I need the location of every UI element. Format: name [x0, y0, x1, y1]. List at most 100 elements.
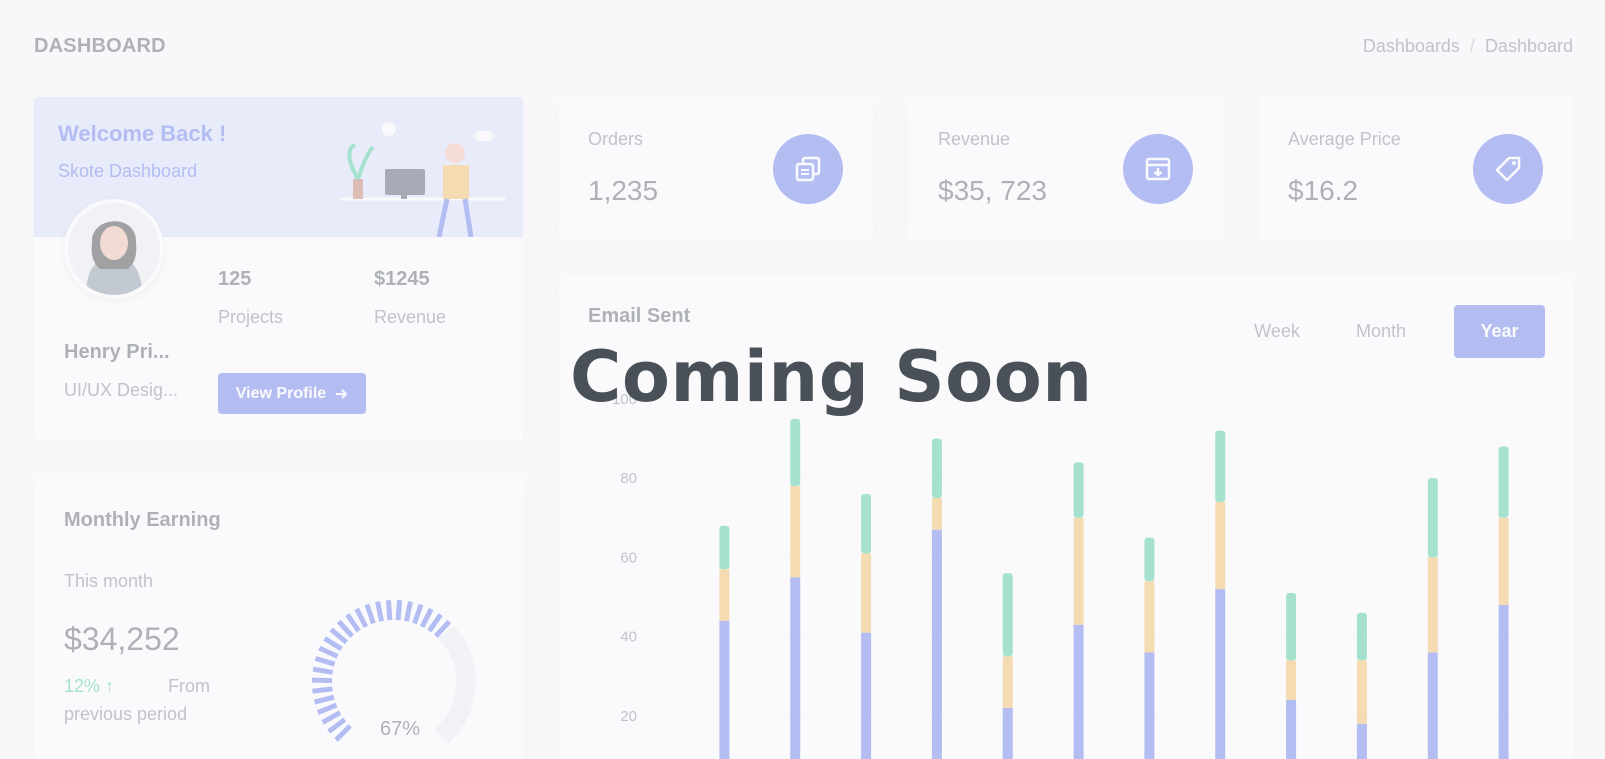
y-tick-label: 40 [620, 629, 637, 646]
chart-bar-segment [931, 438, 942, 498]
breadcrumb: Dashboards / Dashboard [1363, 36, 1573, 57]
chart-bar-segment [1144, 581, 1155, 653]
orders-label: Orders [588, 129, 644, 149]
view-profile-label: View Profile [235, 384, 327, 402]
orders-value: 1,235 [588, 175, 659, 206]
gauge-percent-label: 67% [380, 718, 420, 740]
page-topbar: DASHBOARD Dashboards / Dashboard [34, 34, 1573, 58]
revenue-card-label: Revenue [938, 129, 1011, 149]
gauge-tick-filled [419, 607, 434, 628]
chart-bar-segment [1286, 660, 1297, 700]
average-price-card: Average Price $16.2 [1259, 97, 1573, 240]
tab-week[interactable]: Week [1227, 305, 1327, 358]
projects-label: Projects [218, 307, 284, 327]
gauge-tick-filled [375, 601, 385, 622]
arrow-right-icon [336, 388, 348, 399]
chart-bar-segment [1356, 612, 1367, 661]
copy-icon [773, 134, 843, 204]
email-sent-chart: 20406080100 [612, 391, 1539, 759]
gauge-tick-filled [364, 603, 376, 625]
revenue-card-value: $35, 723 [938, 175, 1047, 206]
avatar[interactable] [64, 199, 164, 299]
chart-bar-segment [1215, 430, 1226, 502]
gauge-tick-filled [313, 694, 335, 705]
gauge-tick-empty [451, 653, 474, 669]
average-price-label: Average Price [1288, 129, 1401, 149]
coming-soon-overlay: Coming Soon [570, 336, 1093, 418]
gauge-tick-filled [334, 724, 352, 742]
earning-delta-from: From [168, 676, 210, 696]
tag-icon [1473, 134, 1543, 204]
chart-bar-segment [1002, 573, 1013, 657]
user-photo [68, 203, 160, 295]
chart-bar-segment [1002, 707, 1013, 759]
chart-bar-segment [1144, 652, 1155, 759]
gauge-tick-filled [323, 636, 343, 652]
chart-bar-segment [1286, 699, 1297, 759]
email-sent-title: Email Sent [588, 305, 691, 327]
profile-role: UI/UX Desig... [64, 380, 179, 400]
y-tick-label: 80 [620, 470, 637, 487]
gauge-tick-empty [455, 683, 477, 697]
chart-bar-segment [1073, 517, 1084, 625]
welcome-card: Welcome Back ! Skote Dashboard 125 Proje… [34, 97, 523, 441]
chart-bar-segment [1144, 537, 1155, 582]
monthly-earning-card: Monthly Earning This month $34,252 12% ↑… [34, 477, 523, 759]
gauge-tick-filled [316, 702, 338, 715]
chart-bar-segment [1073, 624, 1084, 759]
chart-bar-segment [931, 498, 942, 530]
gauge-tick-empty [454, 664, 476, 678]
revenue-value: $1245 [374, 268, 430, 290]
chart-bar-segment [1356, 723, 1367, 759]
revenue-card: Revenue $35, 723 [909, 97, 1223, 240]
earning-value: $34,252 [64, 621, 180, 657]
gauge-tick-filled [312, 666, 334, 675]
tab-month[interactable]: Month [1331, 305, 1431, 358]
gauge-tick-filled [354, 607, 369, 628]
gauge-tick-filled [312, 686, 333, 694]
gauge-tick-filled [327, 717, 347, 734]
chart-bar-segment [719, 569, 730, 621]
breadcrumb-item-dashboards[interactable]: Dashboards [1363, 36, 1460, 57]
gauge-tick-filled [321, 710, 342, 725]
gauge-tick-filled [427, 613, 443, 633]
chart-bar-segment [1427, 557, 1438, 653]
earning-delta-value: 12% [64, 676, 101, 696]
gauge-tick-empty [452, 692, 475, 707]
gauge-tick-filled [385, 600, 393, 621]
chart-bar-segment [1498, 446, 1509, 518]
gauge-tick-filled [412, 603, 424, 625]
chart-bar-segment [861, 494, 872, 554]
arrow-up-icon: ↑ [105, 676, 115, 696]
chart-bar-segment [1215, 589, 1226, 759]
chart-bar-segment [1073, 462, 1084, 518]
chart-bar-segment [931, 529, 942, 759]
gauge-tick-filled [336, 619, 355, 638]
earning-subtitle: This month [64, 571, 154, 591]
archive-icon [1123, 134, 1193, 204]
revenue-label: Revenue [374, 307, 447, 327]
chart-bar-segment [1498, 517, 1509, 605]
chart-bar-segment [1427, 652, 1438, 759]
y-tick-label: 60 [620, 549, 637, 566]
projects-value: 125 [218, 268, 252, 290]
monthly-earning-title: Monthly Earning [64, 509, 221, 531]
view-profile-button[interactable]: View Profile [218, 373, 366, 414]
chart-bar-segment [719, 525, 730, 570]
chart-bar-segment [861, 632, 872, 759]
orders-card: Orders 1,235 [559, 97, 873, 240]
chart-bar-segment [1002, 656, 1013, 708]
chart-bar-segment [790, 577, 801, 759]
tab-year[interactable]: Year [1454, 305, 1545, 358]
page-title: DASHBOARD [34, 34, 166, 57]
gauge-tick-filled [395, 600, 403, 621]
gauge-tick-filled [329, 627, 349, 645]
earning-delta: 12% ↑ [64, 676, 114, 697]
chart-bar-segment [1427, 478, 1438, 558]
chart-bar-segment [1356, 660, 1367, 724]
chart-bar-segment [1215, 501, 1226, 590]
earning-gauge: 67% [311, 600, 477, 744]
workspace-illustration [340, 122, 505, 237]
chart-bar-segment [1498, 604, 1509, 759]
chart-bar-segment [790, 486, 801, 578]
